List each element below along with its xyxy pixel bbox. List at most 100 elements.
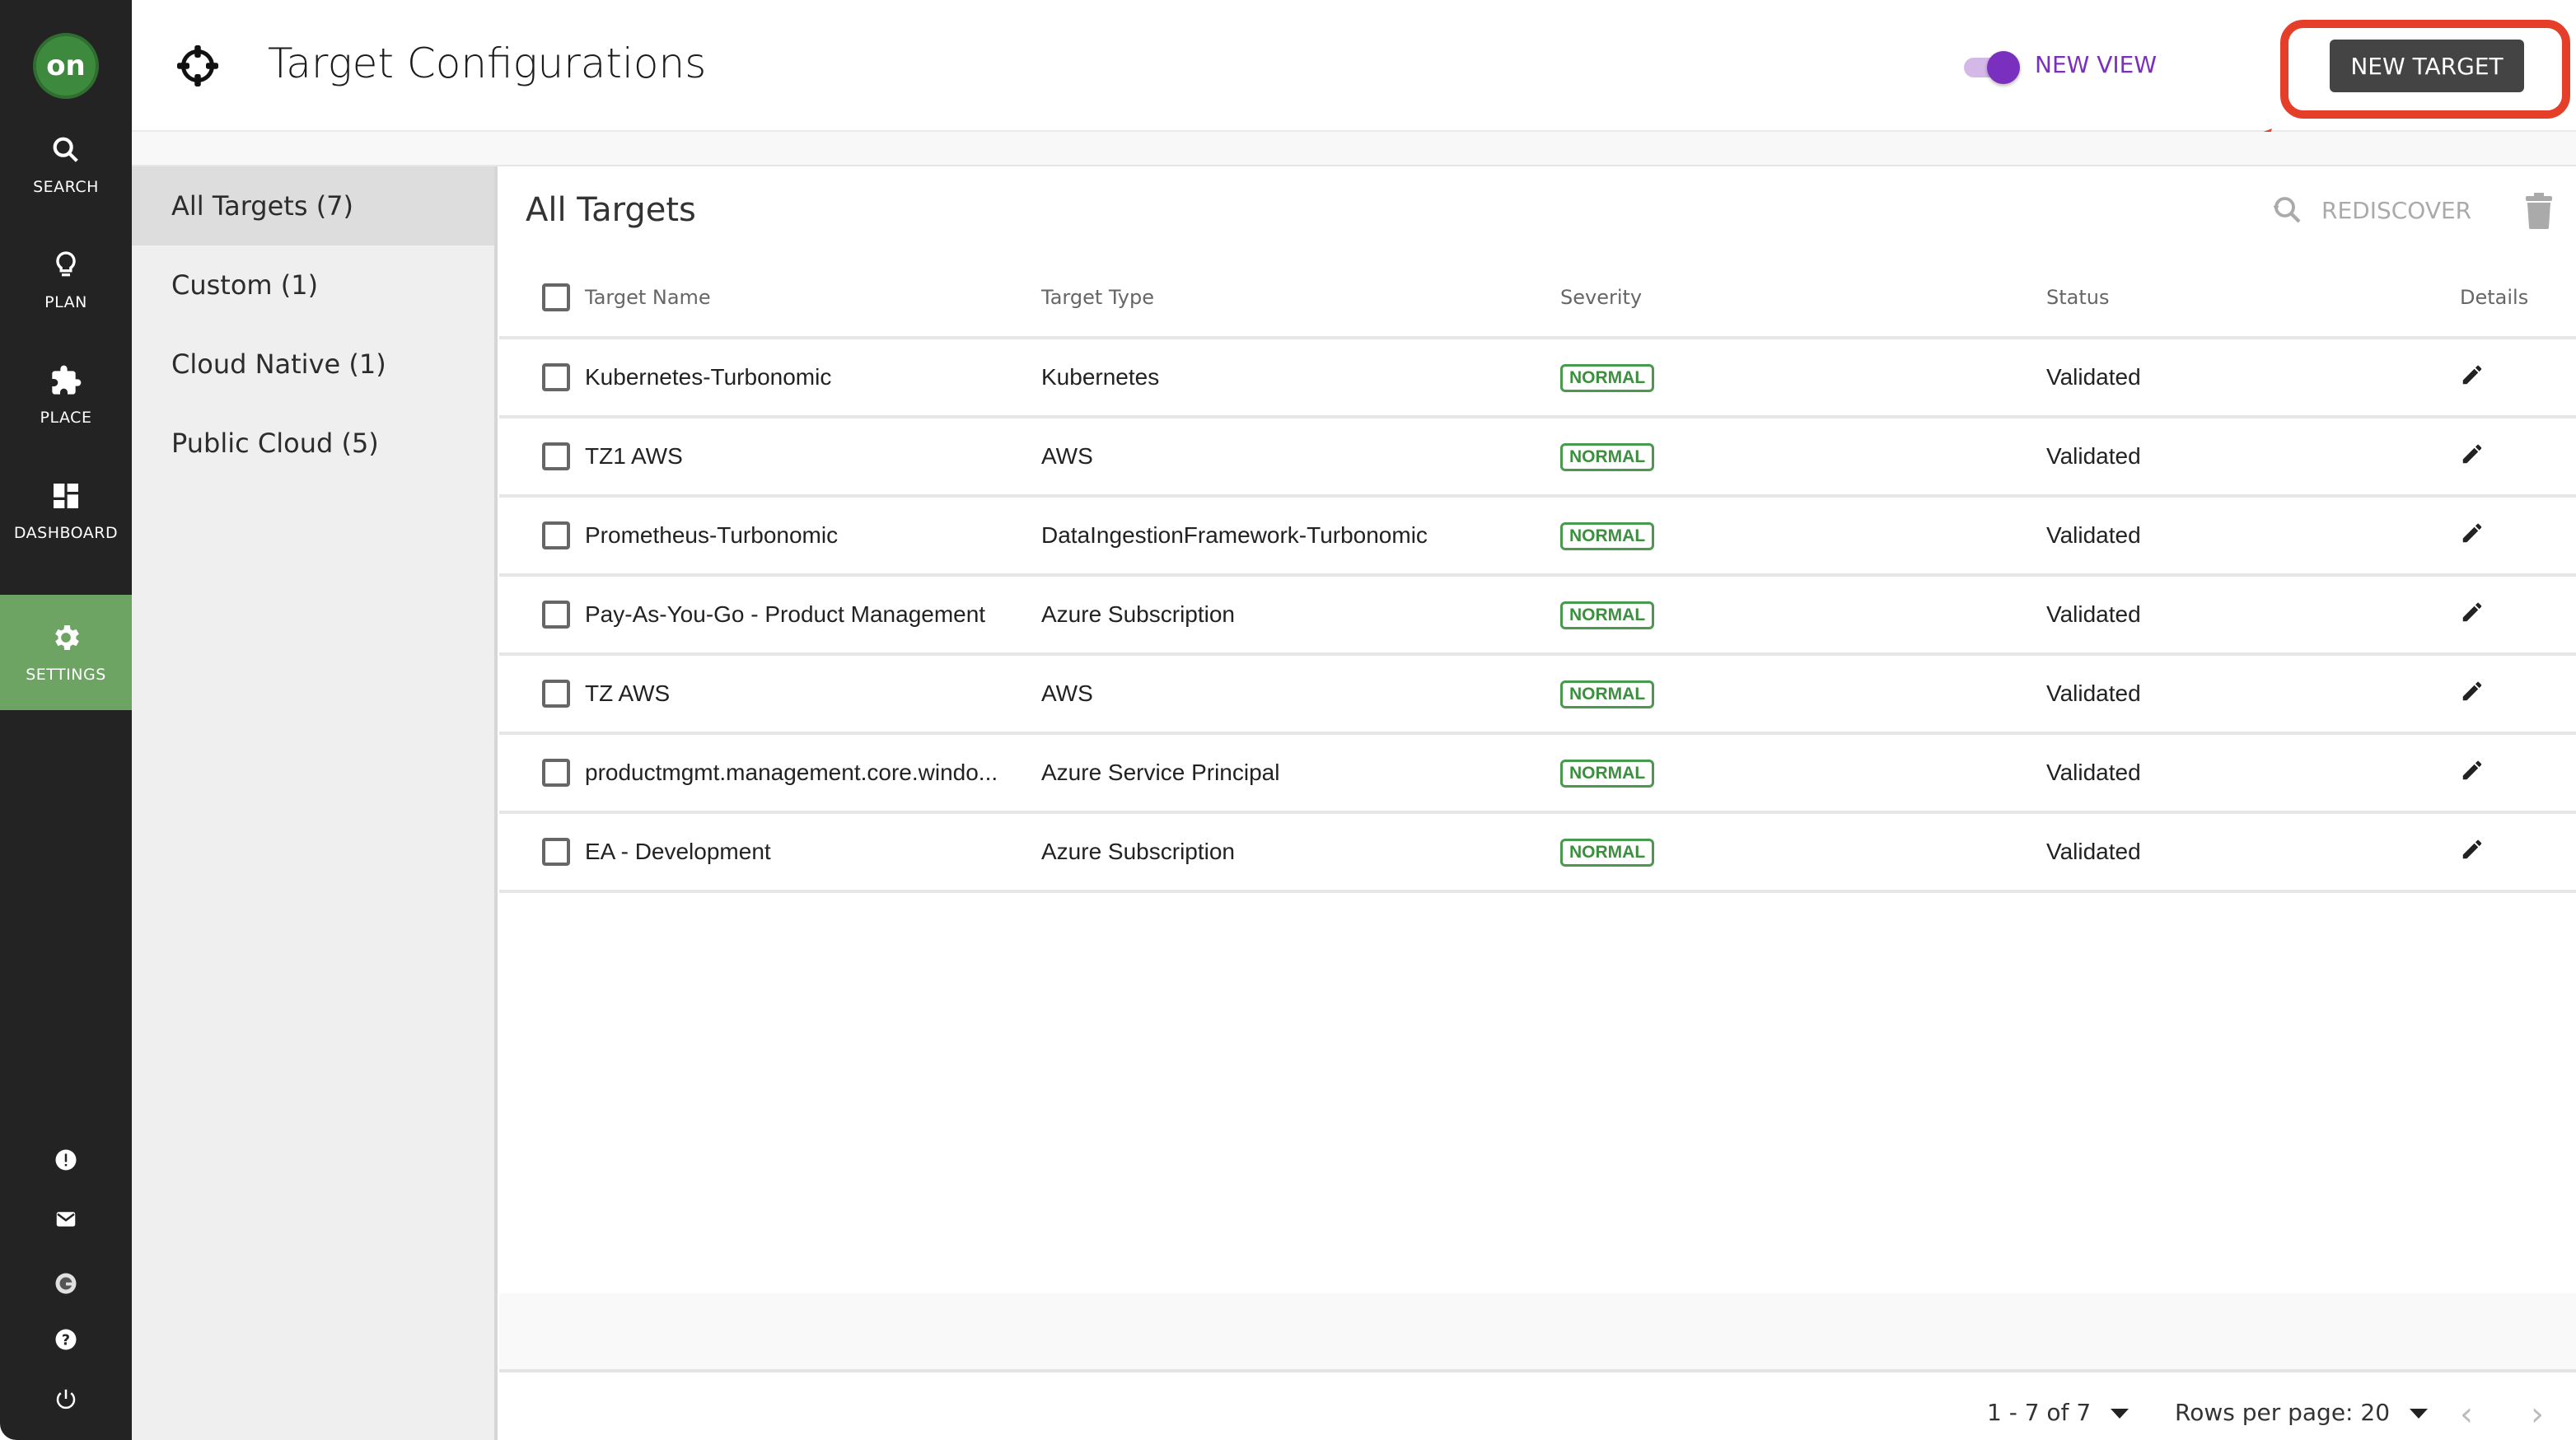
target-name[interactable]: EA - Development bbox=[585, 839, 771, 865]
cell-details bbox=[2269, 496, 2576, 577]
severity-badge: NORMAL bbox=[1560, 839, 1655, 867]
cell-severity: NORMAL bbox=[1527, 575, 1923, 656]
rediscover-button[interactable]: REDISCOVER bbox=[2270, 193, 2471, 227]
rail-label: PLACE bbox=[40, 409, 92, 427]
table-row[interactable]: TZ1 AWS AWS NORMAL Validated bbox=[499, 417, 2576, 498]
puzzle-icon bbox=[52, 365, 82, 395]
target-name[interactable]: Kubernetes-Turbonomic bbox=[585, 364, 831, 390]
caret-down-icon bbox=[2410, 1409, 2429, 1419]
page-range-select[interactable]: 1 - 7 of 7 bbox=[1987, 1399, 2130, 1426]
table-row[interactable]: Kubernetes-Turbonomic Kubernetes NORMAL Val… bbox=[499, 338, 2576, 418]
rail-label: DASHBOARD bbox=[13, 524, 119, 542]
cell-target-name: Prometheus-Turbonomic bbox=[499, 496, 1041, 577]
rail-label: SETTINGS bbox=[26, 666, 106, 684]
targets-table: Target Name Target Type Severity Status … bbox=[499, 259, 2576, 893]
cell-status: Validated bbox=[1923, 338, 2269, 418]
edit-pencil-icon[interactable] bbox=[2460, 442, 2485, 466]
rows-per-page-select[interactable]: Rows per page: 20 bbox=[2175, 1399, 2429, 1426]
header-strip bbox=[132, 132, 2576, 166]
row-checkbox[interactable] bbox=[542, 601, 570, 629]
severity-badge: NORMAL bbox=[1560, 443, 1655, 471]
table-header-row: Target Name Target Type Severity Status … bbox=[499, 259, 2576, 339]
target-name[interactable]: Pay-As-You-Go - Product Management bbox=[585, 601, 985, 628]
power-icon bbox=[56, 1389, 76, 1410]
cell-severity: NORMAL bbox=[1527, 496, 1923, 577]
rail-item-plan[interactable]: PLAN bbox=[0, 222, 132, 338]
edit-pencil-icon[interactable] bbox=[2460, 600, 2485, 624]
col-details: Details bbox=[2269, 259, 2576, 339]
col-target-name[interactable]: Target Name bbox=[499, 259, 1041, 339]
rediscover-icon bbox=[2273, 197, 2301, 223]
help-icon: ? bbox=[55, 1329, 77, 1350]
gear-icon bbox=[55, 625, 79, 650]
crosshair-icon bbox=[177, 45, 218, 86]
row-checkbox[interactable] bbox=[542, 363, 570, 391]
power-button[interactable] bbox=[46, 1379, 86, 1419]
page-title: Target Configurations bbox=[268, 40, 707, 87]
category-all-targets[interactable]: All Targets (7) bbox=[132, 166, 494, 245]
row-checkbox[interactable] bbox=[542, 759, 570, 787]
edit-pencil-icon[interactable] bbox=[2460, 362, 2485, 387]
new-view-toggle[interactable] bbox=[1961, 51, 2020, 84]
table-row[interactable]: Pay-As-You-Go - Product Management Azure … bbox=[499, 575, 2576, 656]
target-name[interactable]: Prometheus-Turbonomic bbox=[585, 522, 838, 549]
edit-pencil-icon[interactable] bbox=[2460, 837, 2485, 862]
panel-title: All Targets bbox=[526, 191, 696, 229]
toggle-knob bbox=[1987, 51, 2020, 84]
cell-status: Validated bbox=[1923, 654, 2269, 735]
table-row[interactable]: EA - Development Azure Subscription NORMAL… bbox=[499, 812, 2576, 893]
cell-target-type: Kubernetes bbox=[1041, 338, 1527, 418]
row-checkbox[interactable] bbox=[542, 838, 570, 866]
alert-button[interactable] bbox=[46, 1140, 86, 1180]
cell-details bbox=[2269, 575, 2576, 656]
target-name[interactable]: TZ AWS bbox=[585, 680, 670, 707]
cell-severity: NORMAL bbox=[1527, 654, 1923, 735]
edit-pencil-icon[interactable] bbox=[2460, 758, 2485, 783]
cell-details bbox=[2269, 417, 2576, 498]
cell-severity: NORMAL bbox=[1527, 417, 1923, 498]
col-status[interactable]: Status bbox=[1923, 259, 2269, 339]
category-custom[interactable]: Custom (1) bbox=[132, 245, 494, 325]
col-target-type[interactable]: Target Type bbox=[1041, 259, 1527, 339]
delete-icon[interactable] bbox=[2522, 193, 2555, 229]
help-button[interactable]: ? bbox=[46, 1320, 86, 1359]
edit-pencil-icon[interactable] bbox=[2460, 521, 2485, 545]
cell-details bbox=[2269, 338, 2576, 418]
table-row[interactable]: productmgmt.management.core.windo... Azur… bbox=[499, 733, 2576, 814]
g-button[interactable] bbox=[46, 1264, 86, 1303]
target-name[interactable]: productmgmt.management.core.windo... bbox=[585, 760, 998, 786]
target-name[interactable]: TZ1 AWS bbox=[585, 443, 683, 470]
severity-badge: NORMAL bbox=[1560, 522, 1655, 550]
select-all-checkbox[interactable] bbox=[542, 283, 570, 311]
col-severity[interactable]: Severity bbox=[1527, 259, 1923, 339]
edit-pencil-icon[interactable] bbox=[2460, 679, 2485, 704]
new-target-button[interactable]: NEW TARGET bbox=[2330, 40, 2524, 92]
table-footer-band bbox=[499, 1293, 2576, 1372]
cell-target-name: Pay-As-You-Go - Product Management bbox=[499, 575, 1041, 656]
category-nav: All Targets (7) Custom (1) Cloud Native … bbox=[132, 166, 498, 1440]
next-page-chevron-icon[interactable]: › bbox=[2531, 1396, 2544, 1433]
row-checkbox[interactable] bbox=[542, 680, 570, 708]
rail-item-settings[interactable]: SETTINGS bbox=[0, 595, 132, 710]
cell-target-type: DataIngestionFramework-Turbonomic bbox=[1041, 496, 1527, 577]
row-checkbox[interactable] bbox=[542, 521, 570, 549]
new-view-label[interactable]: NEW VIEW bbox=[2035, 51, 2157, 78]
rail-item-dashboard[interactable]: DASHBOARD bbox=[0, 453, 132, 568]
prev-page-chevron-icon[interactable]: ‹ bbox=[2460, 1396, 2473, 1433]
row-checkbox[interactable] bbox=[542, 442, 570, 470]
category-cloud-native[interactable]: Cloud Native (1) bbox=[132, 325, 494, 404]
table-row[interactable]: TZ AWS AWS NORMAL Validated bbox=[499, 654, 2576, 735]
table-row[interactable]: Prometheus-Turbonomic DataIngestionFramew… bbox=[499, 496, 2576, 577]
app-logo[interactable]: on bbox=[33, 33, 99, 99]
mail-button[interactable] bbox=[46, 1199, 86, 1239]
g-icon bbox=[55, 1273, 77, 1294]
pagination: 1 - 7 of 7 Rows per page: 20 ‹ › bbox=[499, 1391, 2576, 1440]
cell-severity: NORMAL bbox=[1527, 338, 1923, 418]
category-public-cloud[interactable]: Public Cloud (5) bbox=[132, 404, 494, 483]
cell-status: Validated bbox=[1923, 575, 2269, 656]
rail-label: SEARCH bbox=[33, 178, 99, 196]
rail-item-search[interactable]: SEARCH bbox=[0, 107, 132, 222]
severity-badge: NORMAL bbox=[1560, 760, 1655, 788]
cell-severity: NORMAL bbox=[1527, 812, 1923, 893]
rail-item-place[interactable]: PLACE bbox=[0, 338, 132, 453]
